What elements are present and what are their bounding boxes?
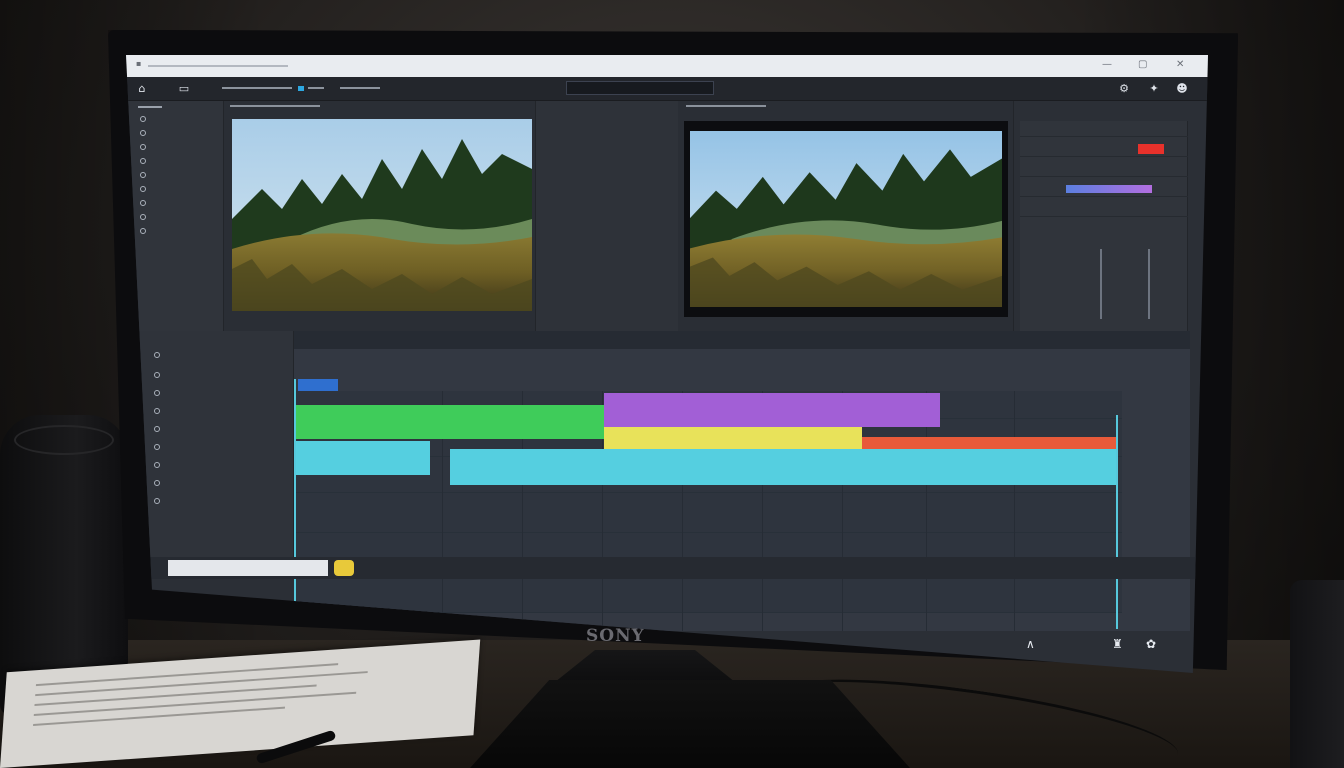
inspector-row[interactable] — [1020, 161, 1188, 177]
track-item[interactable] — [154, 371, 164, 379]
timeline[interactable] — [294, 331, 1190, 631]
menu-item-active[interactable] — [298, 86, 304, 91]
track-item[interactable] — [154, 425, 164, 433]
inspector-row[interactable] — [1020, 141, 1188, 157]
puzzle-icon[interactable]: ✦ — [1148, 83, 1160, 95]
user-icon[interactable]: ☻ — [1176, 83, 1188, 95]
bin-item[interactable] — [140, 115, 150, 123]
clip-cyan-long[interactable] — [450, 449, 1118, 485]
main-toolbar: ⌂ ▭ ⚙ ✦ ☻ — [126, 77, 1208, 101]
timecode-box[interactable] — [566, 81, 714, 95]
track-item[interactable] — [154, 351, 164, 359]
source-viewer-panel — [224, 101, 536, 331]
color-swatch-red[interactable] — [1138, 144, 1164, 154]
gradient-slider[interactable] — [1066, 185, 1152, 193]
window-titlebar: ▪ — ▢ ✕ — [126, 55, 1208, 77]
menu-item[interactable] — [222, 87, 292, 89]
track-item[interactable] — [154, 461, 164, 469]
gear-icon[interactable]: ⚙ — [1118, 83, 1130, 95]
viewer-divider-panel — [536, 101, 684, 331]
taskbar — [126, 557, 1208, 579]
clip-purple[interactable] — [604, 393, 940, 427]
vertical-slider[interactable] — [1148, 249, 1150, 319]
track-item[interactable] — [154, 497, 164, 505]
playhead-left[interactable] — [294, 379, 296, 629]
track-item[interactable] — [154, 389, 164, 397]
window-title — [148, 65, 288, 67]
chevron-up-icon[interactable]: ∧ — [1026, 637, 1035, 651]
speaker-right — [1290, 580, 1344, 768]
inspector-panel — [1020, 121, 1188, 331]
bin-item[interactable] — [140, 199, 150, 207]
timeline-toolbar — [294, 331, 1190, 349]
program-video-frame[interactable] — [684, 121, 1008, 317]
bin-item[interactable] — [140, 227, 150, 235]
settings-icon[interactable]: ✿ — [1146, 637, 1156, 651]
bin-item[interactable] — [140, 213, 150, 221]
bin-item[interactable] — [140, 157, 150, 165]
home-icon[interactable]: ⌂ — [136, 83, 148, 95]
track-item[interactable] — [154, 443, 164, 451]
folder-icon[interactable]: ▭ — [178, 83, 190, 95]
screen: ▪ — ▢ ✕ ⌂ ▭ ⚙ ✦ ☻ ∧ ♜ ✿ — [126, 55, 1208, 673]
minimize-icon[interactable]: — — [1102, 59, 1112, 70]
close-icon[interactable]: ✕ — [1176, 59, 1184, 70]
vertical-slider[interactable] — [1100, 249, 1102, 319]
track-row — [294, 573, 1122, 613]
clip-green[interactable] — [294, 405, 604, 439]
app-icon: ▪ — [136, 59, 142, 68]
taskbar-app-icon[interactable] — [334, 560, 354, 576]
track-row — [294, 493, 1122, 533]
program-viewer-panel — [678, 101, 1014, 331]
bin-item[interactable] — [140, 143, 150, 151]
track-item[interactable] — [154, 479, 164, 487]
monitor-brand: SONY — [586, 626, 645, 646]
bin-item[interactable] — [140, 129, 150, 137]
playhead-right[interactable] — [1116, 415, 1118, 629]
media-bin-panel — [126, 101, 224, 331]
trophy-icon[interactable]: ♜ — [1112, 637, 1123, 651]
menu-item[interactable] — [340, 87, 380, 89]
inspector-row[interactable] — [1020, 121, 1188, 137]
menu-item[interactable] — [308, 87, 324, 89]
clip-cyan-short[interactable] — [294, 441, 430, 475]
source-video-frame[interactable] — [232, 119, 532, 311]
timeline-marker[interactable] — [298, 379, 338, 391]
bin-item[interactable] — [140, 185, 150, 193]
timeline-track-list — [126, 331, 294, 557]
track-item[interactable] — [154, 407, 164, 415]
inspector-row[interactable] — [1020, 181, 1188, 197]
search-input[interactable] — [168, 560, 328, 576]
maximize-icon[interactable]: ▢ — [1138, 59, 1147, 70]
inspector-row[interactable] — [1020, 201, 1188, 217]
bin-item[interactable] — [140, 171, 150, 179]
